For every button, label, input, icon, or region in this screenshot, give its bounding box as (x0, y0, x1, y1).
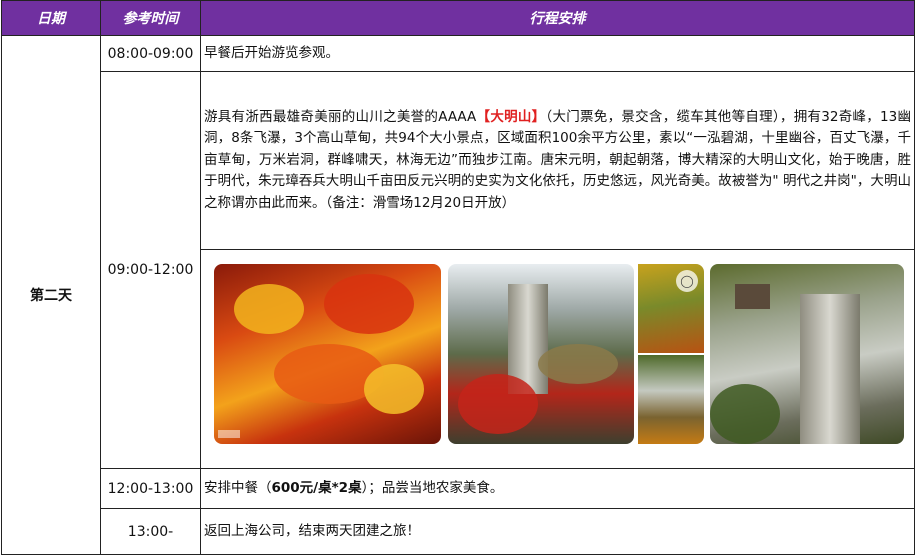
time-cell: 12:00-13:00 (100, 468, 201, 509)
photo-red-maple[interactable] (214, 264, 441, 444)
photo-waterfall[interactable] (638, 355, 704, 444)
watermark-tag (218, 430, 240, 438)
plan-cell-description: 游具有浙西最雄奇美丽的山川之美誉的AAAA【大明山】（大门票免，景交含，缆车其他… (200, 71, 915, 250)
lunch-text-cont: ）；品尝当地农家美食。 (361, 480, 504, 496)
table-header-row: 日期 参考时间 行程安排 (1, 0, 915, 36)
table-row: 09:00-12:00 游具有浙西最雄奇美丽的山川之美誉的AAAA【大明山】（大… (2, 71, 915, 469)
scenic-spot-name: 【大明山】 (476, 108, 546, 125)
day-label: 第二天 (1, 35, 101, 555)
photo-thumbnails: ◯ (634, 264, 704, 444)
table-row: 12:00-13:00 安排中餐（600元/桌*2桌）；品尝当地农家美食。 (2, 468, 915, 509)
plan-cell: 安排中餐（600元/桌*2桌）；品尝当地农家美食。 (200, 468, 915, 509)
header-plan: 行程安排 (200, 0, 915, 36)
header-date: 日期 (1, 0, 101, 36)
photo-cliff-walkway[interactable] (448, 264, 634, 444)
photo-cell: ◯ (200, 249, 915, 469)
plan-cell: 返回上海公司，结束两天团建之旅！ (200, 508, 915, 555)
table-row: 13:00- 返回上海公司，结束两天团建之旅！ (2, 508, 915, 555)
itinerary-table: 日期 参考时间 行程安排 第二天 08:00-09:00 早餐后开始游览参观。 … (1, 0, 915, 555)
header-time: 参考时间 (100, 0, 201, 36)
table-row: 第二天 08:00-09:00 早餐后开始游览参观。 (1, 35, 915, 555)
time-cell: 13:00- (100, 508, 201, 555)
lunch-text: 安排中餐（ (204, 480, 272, 496)
description-text: 游具有浙西最雄奇美丽的山川之美誉的AAAA (204, 108, 477, 125)
camera-icon[interactable]: ◯ (676, 270, 698, 292)
photo-strip: ◯ (201, 250, 914, 468)
time-cell: 09:00-12:00 (100, 71, 201, 469)
itinerary-sheet: 日期 参考时间 行程安排 第二天 08:00-09:00 早餐后开始游览参观。 … (0, 0, 915, 557)
lunch-price: 600元/桌*2桌 (271, 480, 362, 496)
viewing-platform-shape (735, 284, 770, 309)
photo-autumn-forest[interactable]: ◯ (638, 264, 704, 353)
photo-cliff-platform[interactable] (710, 264, 904, 444)
time-cell: 08:00-09:00 (100, 35, 201, 72)
plan-cell: 早餐后开始游览参观。 (200, 35, 915, 72)
